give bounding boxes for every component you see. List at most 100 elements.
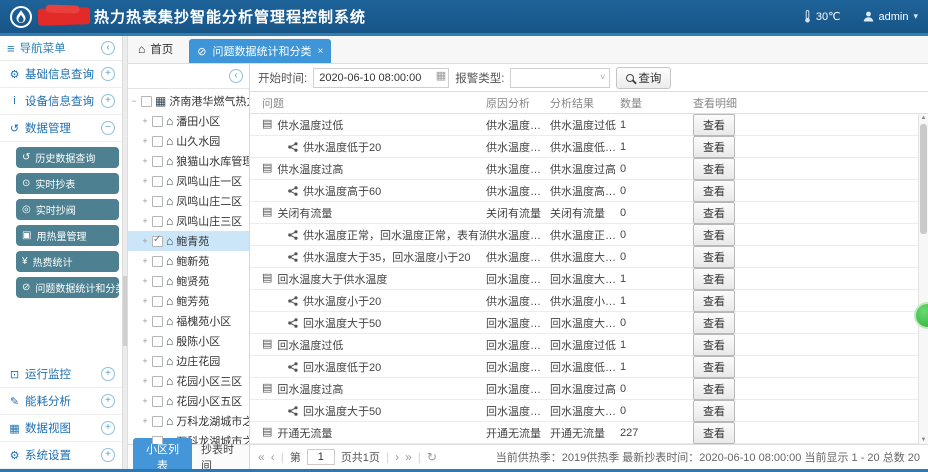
- view-detail-button[interactable]: 查看: [693, 334, 735, 356]
- sidebar-item[interactable]: ▦ 数据视图 +: [0, 415, 122, 442]
- view-detail-button[interactable]: 查看: [693, 290, 735, 312]
- view-detail-button[interactable]: 查看: [693, 180, 735, 202]
- checkbox[interactable]: [152, 356, 163, 367]
- tree-collapse-icon[interactable]: ‹: [229, 69, 243, 83]
- view-detail-button[interactable]: 查看: [693, 378, 735, 400]
- checkbox[interactable]: [152, 116, 163, 127]
- sidebar-submenu-item[interactable]: ↺ 历史数据查询: [16, 147, 119, 168]
- pagination-last-icon[interactable]: »: [405, 450, 412, 464]
- tree-expander-icon[interactable]: +: [141, 136, 149, 146]
- checkbox[interactable]: [152, 436, 163, 445]
- expand-toggle-icon[interactable]: −: [101, 121, 115, 135]
- expand-toggle-icon[interactable]: +: [101, 94, 115, 108]
- view-detail-button[interactable]: 查看: [693, 114, 735, 136]
- close-icon[interactable]: ×: [317, 46, 323, 57]
- expand-toggle-icon[interactable]: +: [101, 448, 115, 462]
- page-number-input[interactable]: [307, 449, 335, 465]
- tree-expander-icon[interactable]: +: [141, 196, 149, 206]
- user-menu[interactable]: admin ▾: [863, 11, 919, 23]
- calendar-icon[interactable]: ▦: [436, 71, 446, 82]
- alarm-type-select[interactable]: ˅: [510, 68, 610, 88]
- checkbox[interactable]: [152, 376, 163, 387]
- view-detail-button[interactable]: 查看: [693, 422, 735, 444]
- tree-expander-icon[interactable]: +: [141, 236, 149, 246]
- scrollbar-down-icon[interactable]: ▼: [919, 437, 928, 443]
- checkbox[interactable]: [152, 176, 163, 187]
- checkbox[interactable]: [152, 296, 163, 307]
- tree-item[interactable]: + ⌂ 凤鸣山庄一区: [128, 171, 249, 191]
- tree-item[interactable]: + ⌂ 山久水园: [128, 131, 249, 151]
- checkbox[interactable]: [152, 156, 163, 167]
- sidebar-submenu-item[interactable]: ▣ 用热量管理: [16, 225, 119, 246]
- view-detail-button[interactable]: 查看: [693, 400, 735, 422]
- sidebar-item[interactable]: ⚙ 系统设置 +: [0, 442, 122, 469]
- tree-item[interactable]: + ⌂ 花园小区五区: [128, 391, 249, 411]
- tree-expander-icon[interactable]: +: [141, 376, 149, 386]
- tree-expander-icon[interactable]: +: [141, 216, 149, 226]
- view-detail-button[interactable]: 查看: [693, 312, 735, 334]
- sidebar-submenu-item[interactable]: ¥ 热费统计: [16, 251, 119, 272]
- scrollbar-up-icon[interactable]: ▲: [919, 115, 928, 121]
- tab-problem-statistics[interactable]: ⊘ 问题数据统计和分类 ×: [189, 39, 331, 63]
- pagination-first-icon[interactable]: «: [258, 450, 265, 464]
- tree-item[interactable]: + ⌂ 殷陈小区: [128, 331, 249, 351]
- view-detail-button[interactable]: 查看: [693, 136, 735, 158]
- tree-expander-icon[interactable]: +: [141, 396, 149, 406]
- checkbox[interactable]: [152, 416, 163, 427]
- view-detail-button[interactable]: 查看: [693, 224, 735, 246]
- sidebar-collapse-icon[interactable]: ‹: [101, 41, 115, 55]
- tree-item[interactable]: + ⌂ 鲍贤苑: [128, 271, 249, 291]
- checkbox[interactable]: [152, 136, 163, 147]
- tree-expander-icon[interactable]: −: [130, 96, 138, 106]
- view-detail-button[interactable]: 查看: [693, 268, 735, 290]
- scrollbar-thumb[interactable]: [920, 124, 927, 234]
- tree-item[interactable]: + ⌂ 狼猫山水库管理处: [128, 151, 249, 171]
- tree-expander-icon[interactable]: +: [141, 116, 149, 126]
- view-detail-button[interactable]: 查看: [693, 202, 735, 224]
- pagination-prev-icon[interactable]: ‹: [271, 450, 275, 464]
- tree-item[interactable]: + ⌂ 福槐苑小区: [128, 311, 249, 331]
- checkbox[interactable]: [152, 216, 163, 227]
- tree-item[interactable]: + ⌂ 鲍新苑: [128, 251, 249, 271]
- tree-expander-icon[interactable]: +: [141, 296, 149, 306]
- tree-item[interactable]: + ⌂ 潘田小区: [128, 111, 249, 131]
- checkbox[interactable]: [152, 256, 163, 267]
- start-time-input[interactable]: [313, 68, 449, 88]
- tree-expander-icon[interactable]: +: [141, 156, 149, 166]
- tree-item[interactable]: + ⌂ 万科龙湖城市之光小: [128, 411, 249, 431]
- checkbox[interactable]: [152, 196, 163, 207]
- tree-item[interactable]: + ⌂ 凤鸣山庄三区: [128, 211, 249, 231]
- sidebar-submenu-item[interactable]: ⊘ 问题数据统计和分类: [16, 277, 119, 298]
- splitter-thumb[interactable]: [123, 276, 127, 346]
- sidebar-item[interactable]: ⚙ 基础信息查询 +: [0, 61, 122, 88]
- expand-toggle-icon[interactable]: +: [101, 67, 115, 81]
- view-detail-button[interactable]: 查看: [693, 246, 735, 268]
- checkbox[interactable]: [152, 316, 163, 327]
- tree-item[interactable]: + ⌂ 花园小区三区: [128, 371, 249, 391]
- checkbox[interactable]: [152, 396, 163, 407]
- checkbox[interactable]: [152, 236, 163, 247]
- tree-item[interactable]: + ⌂ 边庄花园: [128, 351, 249, 371]
- sidebar-item[interactable]: ↺ 数据管理 −: [0, 115, 122, 142]
- table-scrollbar[interactable]: ▲ ▼: [918, 114, 928, 444]
- sidebar-item[interactable]: ⊡ 运行监控 +: [0, 361, 122, 388]
- tree-expander-icon[interactable]: +: [141, 256, 149, 266]
- sidebar-item[interactable]: ✎ 能耗分析 +: [0, 388, 122, 415]
- sidebar-item[interactable]: i 设备信息查询 +: [0, 88, 122, 115]
- meter-reading-time-tab[interactable]: 抄表时间: [201, 441, 244, 472]
- tree-expander-icon[interactable]: +: [141, 416, 149, 426]
- expand-toggle-icon[interactable]: +: [101, 394, 115, 408]
- tree-expander-icon[interactable]: +: [141, 336, 149, 346]
- checkbox[interactable]: [141, 96, 152, 107]
- sidebar-submenu-item[interactable]: ◎ 实时抄阀: [16, 199, 119, 220]
- sidebar-submenu-item[interactable]: ⊙ 实时抄表: [16, 173, 119, 194]
- pagination-next-icon[interactable]: ›: [395, 450, 399, 464]
- tab-home[interactable]: ⌂ 首页: [138, 41, 173, 63]
- checkbox[interactable]: [152, 276, 163, 287]
- tree-item[interactable]: + ⌂ 鲍芳苑: [128, 291, 249, 311]
- tree-expander-icon[interactable]: +: [141, 316, 149, 326]
- view-detail-button[interactable]: 查看: [693, 356, 735, 378]
- panel-splitter[interactable]: [122, 36, 128, 469]
- expand-toggle-icon[interactable]: +: [101, 421, 115, 435]
- refresh-icon[interactable]: ↻: [427, 450, 437, 464]
